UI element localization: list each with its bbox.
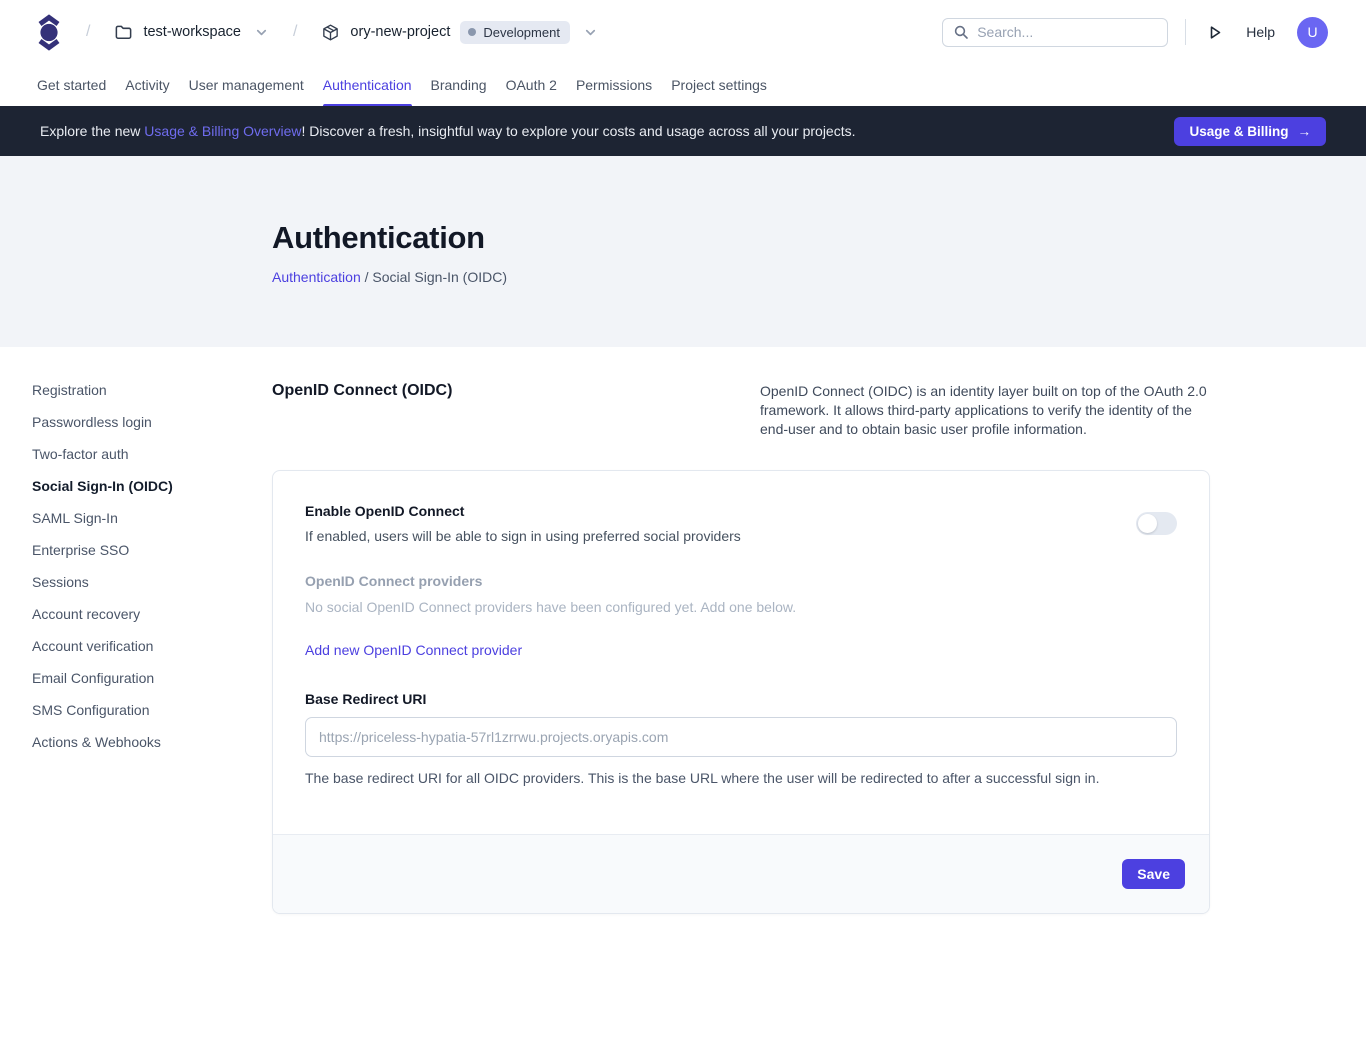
chevron-down-icon xyxy=(583,25,598,40)
enable-oidc-label: Enable OpenID Connect xyxy=(305,503,741,519)
sidebar-item-account-verification[interactable]: Account verification xyxy=(32,636,247,656)
enable-oidc-description: If enabled, users will be able to sign i… xyxy=(305,528,741,544)
page-title: Authentication xyxy=(272,220,1366,256)
sidebar-item-enterprise-sso[interactable]: Enterprise SSO xyxy=(32,540,247,560)
section-description: OpenID Connect (OIDC) is an identity lay… xyxy=(760,382,1210,439)
sidebar-item-account-recovery[interactable]: Account recovery xyxy=(32,604,247,624)
section-title: OpenID Connect (OIDC) xyxy=(272,382,452,400)
enable-oidc-toggle[interactable] xyxy=(1136,512,1177,535)
breadcrumb-current: Social Sign-In (OIDC) xyxy=(372,269,507,285)
header-divider xyxy=(1185,19,1186,45)
folder-icon xyxy=(114,23,133,42)
sidebar-item-email-configuration[interactable]: Email Configuration xyxy=(32,668,247,688)
project-name: ory-new-project xyxy=(350,24,450,40)
sidebar-item-registration[interactable]: Registration xyxy=(32,380,247,400)
tab-branding[interactable]: Branding xyxy=(431,64,487,106)
base-redirect-uri-help: The base redirect URI for all OIDC provi… xyxy=(305,770,1177,786)
usage-billing-button-label: Usage & Billing xyxy=(1189,124,1288,139)
badge-label: Development xyxy=(483,25,560,40)
search-icon xyxy=(953,24,969,40)
usage-billing-overview-link[interactable]: Usage & Billing Overview xyxy=(144,123,301,139)
sidebar-item-passwordless-login[interactable]: Passwordless login xyxy=(32,412,247,432)
user-avatar[interactable]: U xyxy=(1297,17,1328,48)
workspace-selector[interactable]: test-workspace xyxy=(114,23,269,42)
breadcrumb-separator: / xyxy=(86,23,90,41)
package-icon xyxy=(321,23,340,42)
breadcrumb-separator: / xyxy=(361,269,373,285)
badge-dot-icon xyxy=(468,28,476,36)
tab-oauth2[interactable]: OAuth 2 xyxy=(506,64,557,106)
search-box[interactable] xyxy=(942,18,1168,47)
project-nav-tabs: Get started Activity User management Aut… xyxy=(0,64,1366,106)
tab-activity[interactable]: Activity xyxy=(125,64,169,106)
play-icon[interactable] xyxy=(1207,24,1223,41)
sidebar-item-social-sign-in[interactable]: Social Sign-In (OIDC) xyxy=(32,476,247,496)
search-input[interactable] xyxy=(977,24,1157,40)
tab-user-management[interactable]: User management xyxy=(189,64,304,106)
content-area: Registration Passwordless login Two-fact… xyxy=(0,347,1366,1038)
ory-logo[interactable] xyxy=(36,14,62,51)
usage-billing-banner: Explore the new Usage & Billing Overview… xyxy=(0,106,1366,156)
arrow-right-icon: → xyxy=(1298,124,1312,139)
banner-text-before: Explore the new xyxy=(40,123,144,139)
enable-oidc-text: Enable OpenID Connect If enabled, users … xyxy=(305,503,741,544)
environment-badge: Development xyxy=(460,21,570,44)
sidebar-item-two-factor-auth[interactable]: Two-factor auth xyxy=(32,444,247,464)
oidc-card-footer: Save xyxy=(273,834,1209,913)
tab-permissions[interactable]: Permissions xyxy=(576,64,652,106)
sidebar-item-sessions[interactable]: Sessions xyxy=(32,572,247,592)
add-oidc-provider-link[interactable]: Add new OpenID Connect provider xyxy=(305,642,522,658)
breadcrumb: Authentication / Social Sign-In (OIDC) xyxy=(272,269,1366,285)
project-selector[interactable]: ory-new-project Development xyxy=(321,21,598,44)
sidebar-item-actions-webhooks[interactable]: Actions & Webhooks xyxy=(32,732,247,752)
oidc-settings-card: Enable OpenID Connect If enabled, users … xyxy=(272,470,1210,914)
banner-text: Explore the new Usage & Billing Overview… xyxy=(40,123,856,139)
page-hero: Authentication Authentication / Social S… xyxy=(0,156,1366,347)
toggle-knob xyxy=(1138,514,1157,533)
settings-sidebar: Registration Passwordless login Two-fact… xyxy=(32,380,247,764)
top-header: / test-workspace / ory-new-project xyxy=(0,0,1366,64)
banner-text-after: ! Discover a fresh, insightful way to ex… xyxy=(301,123,855,139)
enable-oidc-row: Enable OpenID Connect If enabled, users … xyxy=(305,503,1177,544)
sidebar-item-saml-sign-in[interactable]: SAML Sign-In xyxy=(32,508,247,528)
help-link[interactable]: Help xyxy=(1246,24,1275,40)
save-button[interactable]: Save xyxy=(1122,859,1185,889)
base-redirect-uri-label: Base Redirect URI xyxy=(305,691,1177,707)
tab-get-started[interactable]: Get started xyxy=(37,64,106,106)
section-header: OpenID Connect (OIDC) OpenID Connect (OI… xyxy=(272,382,1210,439)
oidc-card-body: Enable OpenID Connect If enabled, users … xyxy=(273,471,1209,834)
tab-project-settings[interactable]: Project settings xyxy=(671,64,767,106)
chevron-down-icon xyxy=(254,25,269,40)
breadcrumb-authentication-link[interactable]: Authentication xyxy=(272,269,361,285)
main-panel: OpenID Connect (OIDC) OpenID Connect (OI… xyxy=(272,347,1210,914)
base-redirect-uri-input[interactable] xyxy=(305,717,1177,757)
providers-section-label: OpenID Connect providers xyxy=(305,573,1177,589)
providers-empty-state: No social OpenID Connect providers have … xyxy=(305,599,1177,615)
tab-authentication[interactable]: Authentication xyxy=(323,64,412,106)
workspace-name: test-workspace xyxy=(143,24,241,40)
usage-billing-button[interactable]: Usage & Billing → xyxy=(1174,117,1326,146)
sidebar-item-sms-configuration[interactable]: SMS Configuration xyxy=(32,700,247,720)
breadcrumb-separator: / xyxy=(293,23,297,41)
